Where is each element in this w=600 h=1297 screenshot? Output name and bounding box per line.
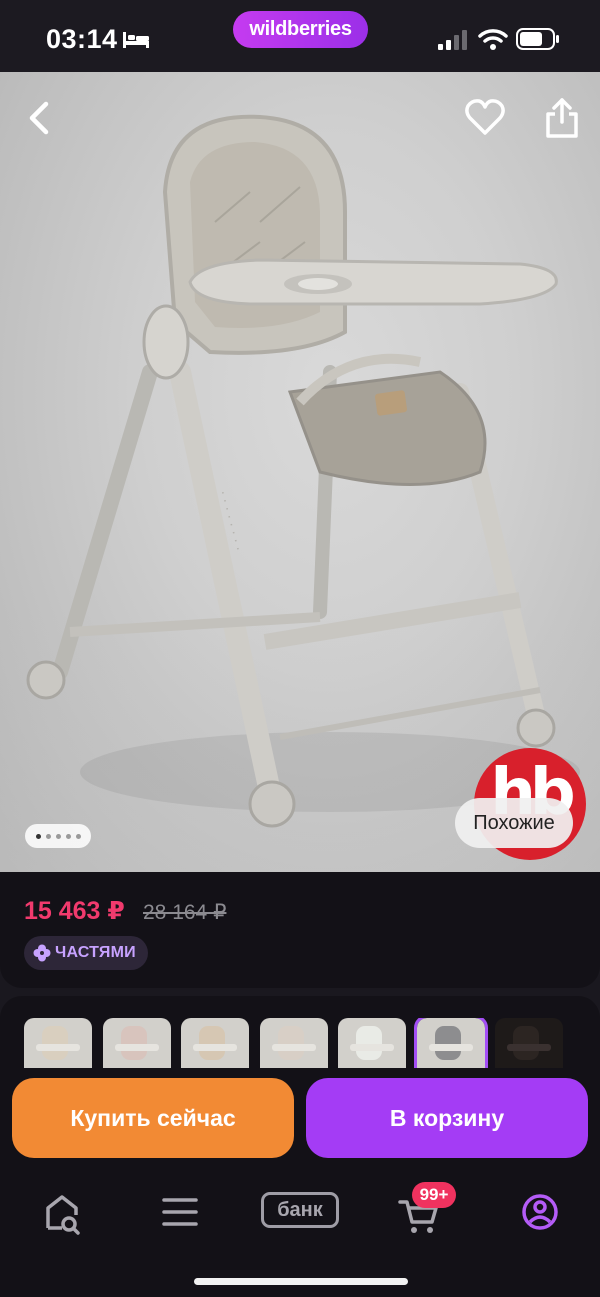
carousel-dot	[75, 833, 81, 839]
variant-chair-image	[24, 1018, 92, 1068]
share-icon[interactable]	[542, 96, 582, 140]
color-variant-thumbnail[interactable]	[102, 1018, 171, 1068]
price-card: 15 463 ₽ 28 164 ₽ ЧАСТЯМИ	[0, 872, 600, 988]
variant-chair-image	[181, 1018, 249, 1068]
carousel-dot	[45, 833, 51, 839]
bank-button[interactable]: банк	[261, 1192, 339, 1228]
clover-icon	[33, 944, 51, 962]
signal-icon	[438, 30, 467, 50]
bank-label: банк	[277, 1199, 323, 1221]
variant-chair-image	[338, 1018, 406, 1068]
battery-icon	[516, 28, 559, 50]
variant-chair-image	[259, 1018, 328, 1068]
back-icon[interactable]	[20, 98, 60, 138]
carousel-indicator	[25, 824, 91, 848]
heart-icon[interactable]	[464, 98, 506, 138]
carousel-dot	[35, 833, 41, 839]
variant-chair-image	[495, 1018, 563, 1068]
wildberries-brand-pill[interactable]: wildberries	[233, 11, 368, 48]
variant-chair-image	[102, 1018, 171, 1068]
status-bar: 03:14 wildberries	[0, 0, 600, 72]
installments-button[interactable]: ЧАСТЯМИ	[24, 936, 148, 970]
status-time: 03:14	[46, 24, 118, 54]
old-price: 28 164 ₽	[143, 901, 227, 924]
bed-icon	[123, 32, 149, 48]
profile-icon[interactable]	[510, 1188, 570, 1238]
color-variant-thumbnail[interactable]	[24, 1018, 92, 1068]
buy-now-button[interactable]: Купить сейчас	[12, 1078, 294, 1158]
color-variant-thumbnail[interactable]	[338, 1018, 406, 1068]
home-indicator	[194, 1278, 408, 1285]
cart-count-badge: 99+	[412, 1182, 456, 1208]
brand-label: wildberries	[249, 18, 352, 40]
wifi-icon	[478, 29, 508, 50]
color-variant-thumbnail[interactable]	[495, 1018, 563, 1068]
similar-products-button[interactable]: Похожие	[455, 798, 573, 848]
add-to-cart-button[interactable]: В корзину	[306, 1078, 588, 1158]
color-variant-thumbnail[interactable]	[259, 1018, 328, 1068]
home-search-icon[interactable]	[32, 1188, 92, 1238]
color-variant-thumbnail[interactable]	[413, 1018, 488, 1068]
carousel-dot	[55, 833, 61, 839]
carousel-dot	[65, 833, 71, 839]
product-image-carousel[interactable]: · · · · · · · · hb Похожие	[0, 72, 600, 872]
menu-icon[interactable]	[150, 1188, 210, 1238]
variant-chair-image	[416, 1018, 485, 1068]
installments-label: ЧАСТЯМИ	[55, 944, 136, 961]
color-variants-row	[24, 1018, 584, 1068]
color-variant-thumbnail[interactable]	[181, 1018, 249, 1068]
current-price: 15 463 ₽	[24, 897, 125, 925]
